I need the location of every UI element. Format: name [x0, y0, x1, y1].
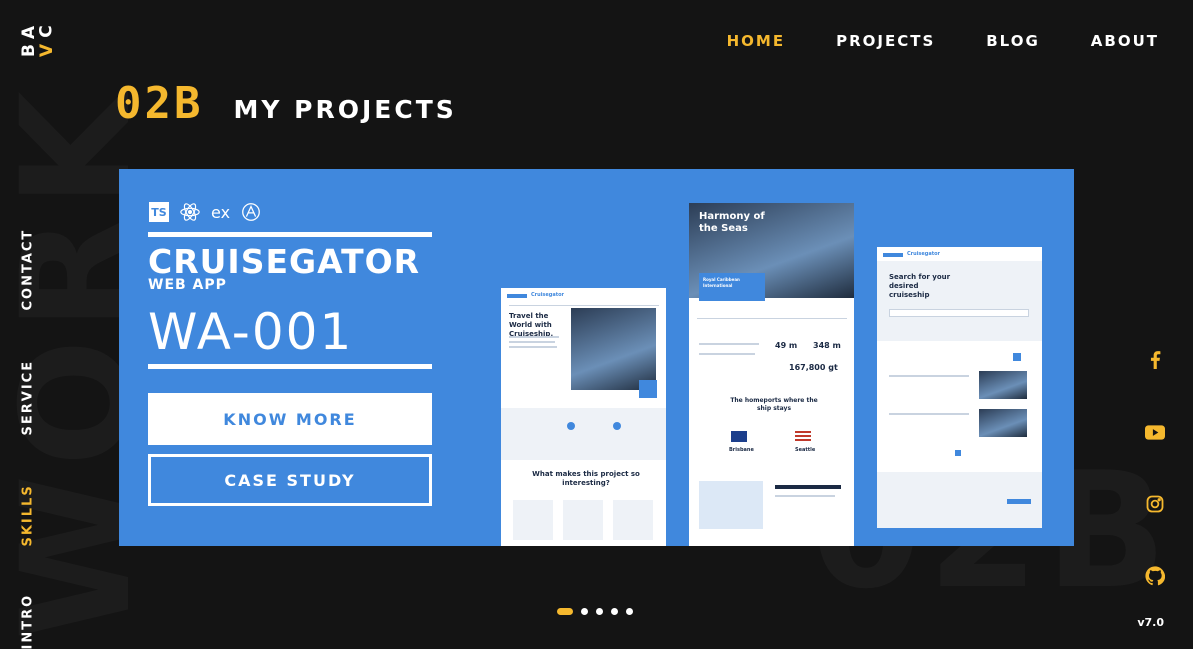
version-label: v7.0	[1137, 616, 1164, 629]
preview-brand-bar	[883, 253, 903, 257]
carousel-dot-active[interactable]	[557, 608, 573, 615]
preview-subscribe-button	[1007, 499, 1031, 504]
preview-band	[501, 408, 666, 460]
preview-headline: Search for your desired cruiseship	[889, 273, 951, 299]
case-study-button[interactable]: CASE STUDY	[148, 454, 432, 506]
preview-headline: Harmony of the Seas	[699, 211, 765, 234]
preview-brand: Cruisegator	[907, 251, 941, 257]
carousel-dot[interactable]	[626, 608, 633, 615]
side-item-service[interactable]: SERVICE	[21, 360, 36, 436]
page-heading: 02B MY PROJECTS	[115, 78, 457, 129]
carousel-pagination	[557, 608, 633, 615]
preview-pagination-active	[955, 450, 961, 456]
preview-view-toggle	[1013, 353, 1021, 361]
preview-text-line	[775, 485, 841, 489]
project-type: WEB APP	[148, 277, 227, 293]
preview-port: Seattle	[795, 447, 816, 453]
facebook-icon[interactable]	[1145, 350, 1165, 370]
nav-item-projects[interactable]: PROJECTS	[836, 32, 935, 50]
express-icon: ex	[211, 202, 231, 222]
preview-text-line	[509, 341, 555, 343]
preview-section-title: The homeports where the ship stays	[730, 397, 818, 412]
title-rule-bottom	[148, 364, 432, 369]
logo-letter: V	[37, 43, 58, 58]
react-icon	[179, 201, 201, 223]
instagram-icon[interactable]	[1145, 494, 1165, 514]
nav-item-home[interactable]: HOME	[727, 32, 785, 50]
preview-feature-card	[513, 500, 553, 540]
social-links	[1145, 350, 1165, 586]
preview-brand: Cruisegator	[531, 292, 565, 298]
preview-search-input	[889, 309, 1029, 317]
know-more-button[interactable]: KNOW MORE	[148, 393, 432, 445]
tech-stack: TS ex	[149, 201, 262, 223]
title-rule-top	[148, 232, 432, 237]
typescript-icon: TS	[149, 202, 169, 222]
preview-text-line	[509, 346, 557, 348]
side-item-contact[interactable]: CONTACT	[21, 229, 36, 311]
preview-tabs-line	[697, 318, 847, 319]
preview-list-line	[889, 375, 969, 377]
apollo-icon	[240, 201, 262, 223]
preview-text-line	[509, 336, 559, 338]
page-number: 02B	[115, 78, 204, 129]
preview-text-line	[699, 353, 755, 355]
top-navigation: HOME PROJECTS BLOG ABOUT	[727, 32, 1159, 50]
preview-subtitle: Royal Caribbean International	[703, 277, 740, 288]
page-title: MY PROJECTS	[233, 95, 457, 124]
preview-headline: Travel the World with Cruiseship.	[509, 312, 554, 338]
nav-item-blog[interactable]: BLOG	[986, 32, 1040, 50]
side-item-intro[interactable]: INTRO	[21, 594, 36, 649]
preview-stat: 348 m	[813, 341, 841, 350]
usa-flag-icon	[795, 431, 811, 442]
preview-text-line	[699, 343, 759, 345]
preview-list-line	[889, 413, 969, 415]
site-logo[interactable]: A C B V	[19, 22, 61, 62]
github-icon[interactable]	[1145, 566, 1165, 586]
project-code: WA-001	[148, 303, 354, 361]
australia-flag-icon	[731, 431, 747, 442]
preview-text-line	[775, 495, 835, 497]
preview-feature-card	[613, 500, 653, 540]
preview-ship-thumb	[979, 371, 1027, 399]
youtube-icon[interactable]	[1145, 422, 1165, 442]
preview-stat: 167,800 gt	[789, 363, 838, 372]
preview-feature-card	[563, 500, 603, 540]
project-name: CRUISEGATOR	[148, 242, 421, 281]
preview-screenshot-search: Cruisegator Search for your desired crui…	[877, 247, 1042, 528]
side-item-skills[interactable]: SKILLS	[21, 484, 36, 546]
preview-port: Brisbane	[729, 447, 754, 453]
preview-screenshot-home: Cruisegator Travel the World with Cruise…	[501, 288, 666, 546]
preview-step-marker	[613, 422, 621, 430]
preview-screenshot-ship: Harmony of the Seas Royal Caribbean Inte…	[689, 203, 854, 546]
project-card: TS ex CRUISEGATOR WEB APP WA-001 KNOW MO…	[119, 169, 1074, 546]
preview-ship-thumb	[979, 409, 1027, 437]
preview-divider	[509, 305, 659, 306]
logo-letter: C	[36, 25, 57, 38]
carousel-dot[interactable]	[596, 608, 603, 615]
preview-brand-bar	[507, 294, 527, 298]
nav-item-about[interactable]: ABOUT	[1091, 32, 1159, 50]
preview-map	[699, 481, 763, 529]
carousel-dot[interactable]	[581, 608, 588, 615]
preview-ship-photo	[571, 308, 656, 390]
preview-photo-badge	[639, 380, 657, 398]
carousel-dot[interactable]	[611, 608, 618, 615]
preview-step-marker	[567, 422, 575, 430]
preview-section-title: What makes this project so interesting?	[532, 470, 640, 487]
preview-stat: 49 m	[775, 341, 798, 350]
